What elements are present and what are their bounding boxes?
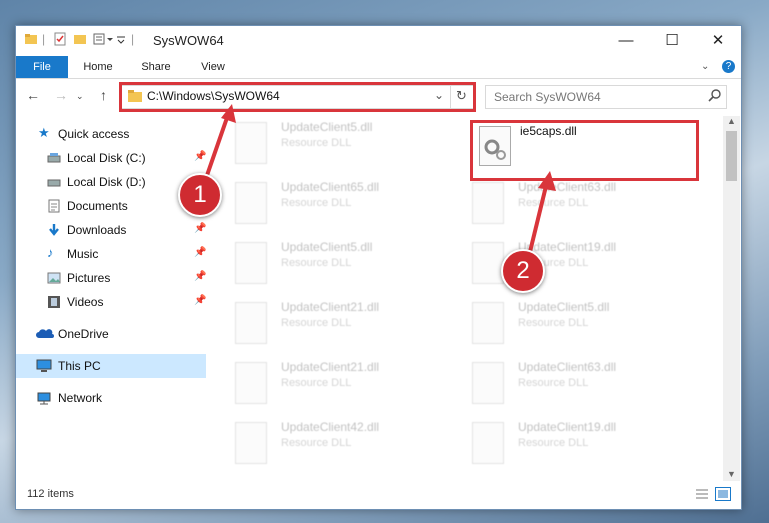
- step-1-badge: 1: [178, 173, 222, 217]
- annotation-arrows: [202, 104, 556, 261]
- explorer-window: | | SysWOW64 — ☐ ✕ File Home Share View …: [15, 25, 742, 510]
- step-2-badge: 2: [501, 249, 545, 293]
